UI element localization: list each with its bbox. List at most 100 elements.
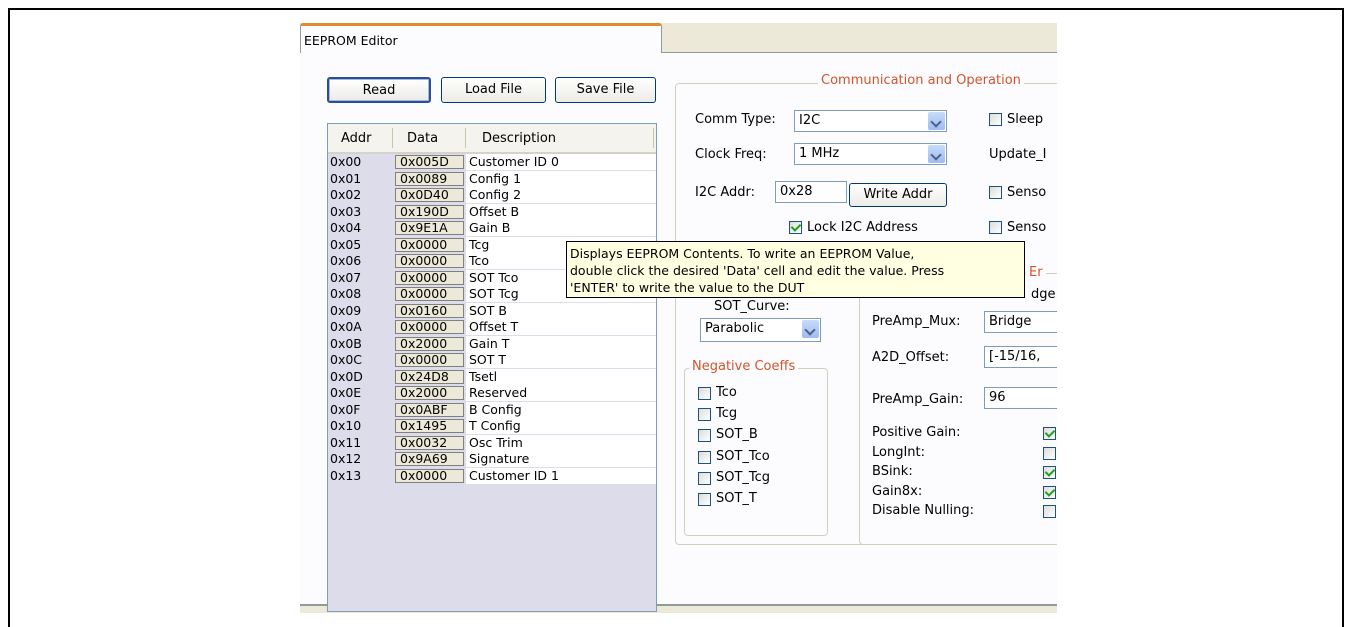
flag-label: Gain8x: [872,483,923,499]
frame-right-border [1342,8,1344,627]
data-cell[interactable]: 0x0D40 [395,188,464,202]
data-cell[interactable]: 0x0000 [395,254,464,268]
data-cell[interactable]: 0x24D8 [395,369,464,384]
table-row[interactable]: 0x0A 0x0000 Offset T [328,319,656,336]
description-cell: Reserved [466,385,656,401]
i2c-addr-label: I2C Addr: [695,185,755,200]
table-row[interactable]: 0x0C 0x0000 SOT T [328,352,656,369]
neg-coeff-checkbox[interactable] [698,408,711,422]
chevron-down-icon[interactable] [928,145,945,163]
description-cell: Offset B [466,203,656,220]
description-cell: Customer ID 1 [466,467,656,484]
sensor1-checkbox[interactable] [989,186,1002,199]
grid-rows: 0x00 0x005D Customer ID 0 0x01 0x0089 Config … [328,154,656,484]
preamp-mux-select[interactable]: Bridge [984,311,1057,333]
addr-cell: 0x08 [330,286,362,301]
neg-coeff-checkbox[interactable] [698,387,711,400]
write-addr-button[interactable]: Write Addr [849,183,947,207]
neg-coeff-label: SOT_B [716,427,758,443]
data-cell[interactable]: 0x190D [395,204,464,219]
table-row[interactable]: 0x00 0x005D Customer ID 0 [328,154,656,171]
data-cell[interactable]: 0x2000 [395,386,464,400]
load-file-button[interactable]: Load File [441,77,546,103]
data-cell[interactable]: 0x0032 [395,435,464,450]
i2c-addr-input[interactable]: 0x28 [775,181,847,203]
addr-cell: 0x02 [330,187,362,202]
table-row[interactable]: 0x12 0x9A69 Signature [328,451,656,468]
data-cell[interactable]: 0x0000 [395,237,464,252]
flag-checkbox[interactable] [1043,466,1056,479]
header-addr[interactable]: Addr [341,131,372,146]
data-cell[interactable]: 0x0000 [395,270,464,285]
table-row[interactable]: 0x01 0x0089 Config 1 [328,170,656,188]
neg-coeff-checkbox[interactable] [698,450,711,464]
addr-cell: 0x01 [330,170,362,186]
tab-eeprom-editor[interactable]: EEPROM Editor [300,23,662,55]
preamp-gain-select[interactable]: 96 [984,387,1057,409]
read-button[interactable]: Read [327,77,431,103]
table-row[interactable]: 0x0E 0x2000 Reserved [328,385,656,402]
table-row[interactable]: 0x02 0x0D40 Config 2 [328,187,656,204]
flag-checkbox[interactable] [1043,446,1056,460]
data-cell[interactable]: 0x005D [395,155,464,169]
header-separator [653,128,654,148]
table-row[interactable]: 0x09 0x0160 SOT B [328,302,656,320]
flag-label: LongInt: [872,444,926,460]
neg-coeff-checkbox[interactable] [698,493,711,506]
data-cell[interactable]: 0x0000 [395,353,464,367]
description-cell: SOT T [466,352,656,368]
sot-curve-select[interactable]: Parabolic [700,318,821,342]
data-cell[interactable]: 0x0ABF [395,402,464,417]
header-separator [465,128,466,148]
data-cell[interactable]: 0x0160 [395,303,464,318]
addr-cell: 0x0D [330,368,363,384]
data-cell[interactable]: 0x9A69 [395,452,464,466]
data-cell[interactable]: 0x0000 [395,287,464,301]
neg-coeff-checkbox[interactable] [698,429,711,443]
sleep-checkbox[interactable] [989,113,1002,126]
sot-curve-value: Parabolic [705,321,765,336]
addr-cell: 0x05 [330,236,362,252]
table-row[interactable]: 0x0B 0x2000 Gain T [328,335,656,353]
lock-i2c-checkbox[interactable] [789,221,802,234]
a2d-offset-select[interactable]: [-15/16, [984,346,1057,368]
header-data[interactable]: Data [407,131,438,146]
save-file-button[interactable]: Save File [555,77,656,103]
neg-coeff-checkbox[interactable] [698,471,711,485]
table-row[interactable]: 0x04 0x9E1A Gain B [328,220,656,237]
lock-i2c-label: Lock I2C Address [807,220,918,235]
clock-freq-select[interactable]: 1 MHz [794,143,947,165]
comm-operation-title: Communication and Operation [818,73,1024,88]
addr-cell: 0x0B [330,335,362,351]
grid-header: Addr Data Description [328,124,656,154]
header-separator [392,128,393,148]
neg-coeff-label: SOT_Tco [716,448,770,464]
table-row[interactable]: 0x0F 0x0ABF B Config [328,401,656,419]
eeprom-grid[interactable]: Addr Data Description 0x00 0x005D Customer… [327,123,657,612]
table-row[interactable]: 0x0D 0x24D8 Tsetl [328,368,656,386]
flag-checkbox[interactable] [1043,427,1056,440]
sot-curve-label: SOT_Curve: [714,299,790,314]
chevron-down-icon[interactable] [802,320,819,338]
addr-cell: 0x06 [330,253,362,268]
bridge-group-title: Er [1026,265,1046,280]
data-cell[interactable]: 0x9E1A [395,221,464,235]
header-description[interactable]: Description [482,131,556,146]
table-row[interactable]: 0x03 0x190D Offset B [328,203,656,221]
comm-type-select[interactable]: I2C [794,110,947,132]
sensor1-label: Senso [1007,185,1047,200]
data-cell[interactable]: 0x1495 [395,419,464,433]
chevron-down-icon[interactable] [928,112,945,130]
flag-checkbox[interactable] [1043,485,1056,499]
table-row[interactable]: 0x13 0x0000 Customer ID 1 [328,467,656,485]
table-row[interactable]: 0x10 0x1495 T Config [328,418,656,435]
table-row[interactable]: 0x11 0x0032 Osc Trim [328,434,656,452]
data-cell[interactable]: 0x2000 [395,336,464,351]
sensor2-checkbox[interactable] [989,221,1002,234]
data-cell[interactable]: 0x0000 [395,468,464,483]
flag-checkbox[interactable] [1043,505,1056,518]
description-cell: Tsetl [466,368,656,385]
data-cell[interactable]: 0x0089 [395,171,464,186]
data-cell[interactable]: 0x0000 [395,320,464,334]
addr-cell: 0x10 [330,418,362,433]
